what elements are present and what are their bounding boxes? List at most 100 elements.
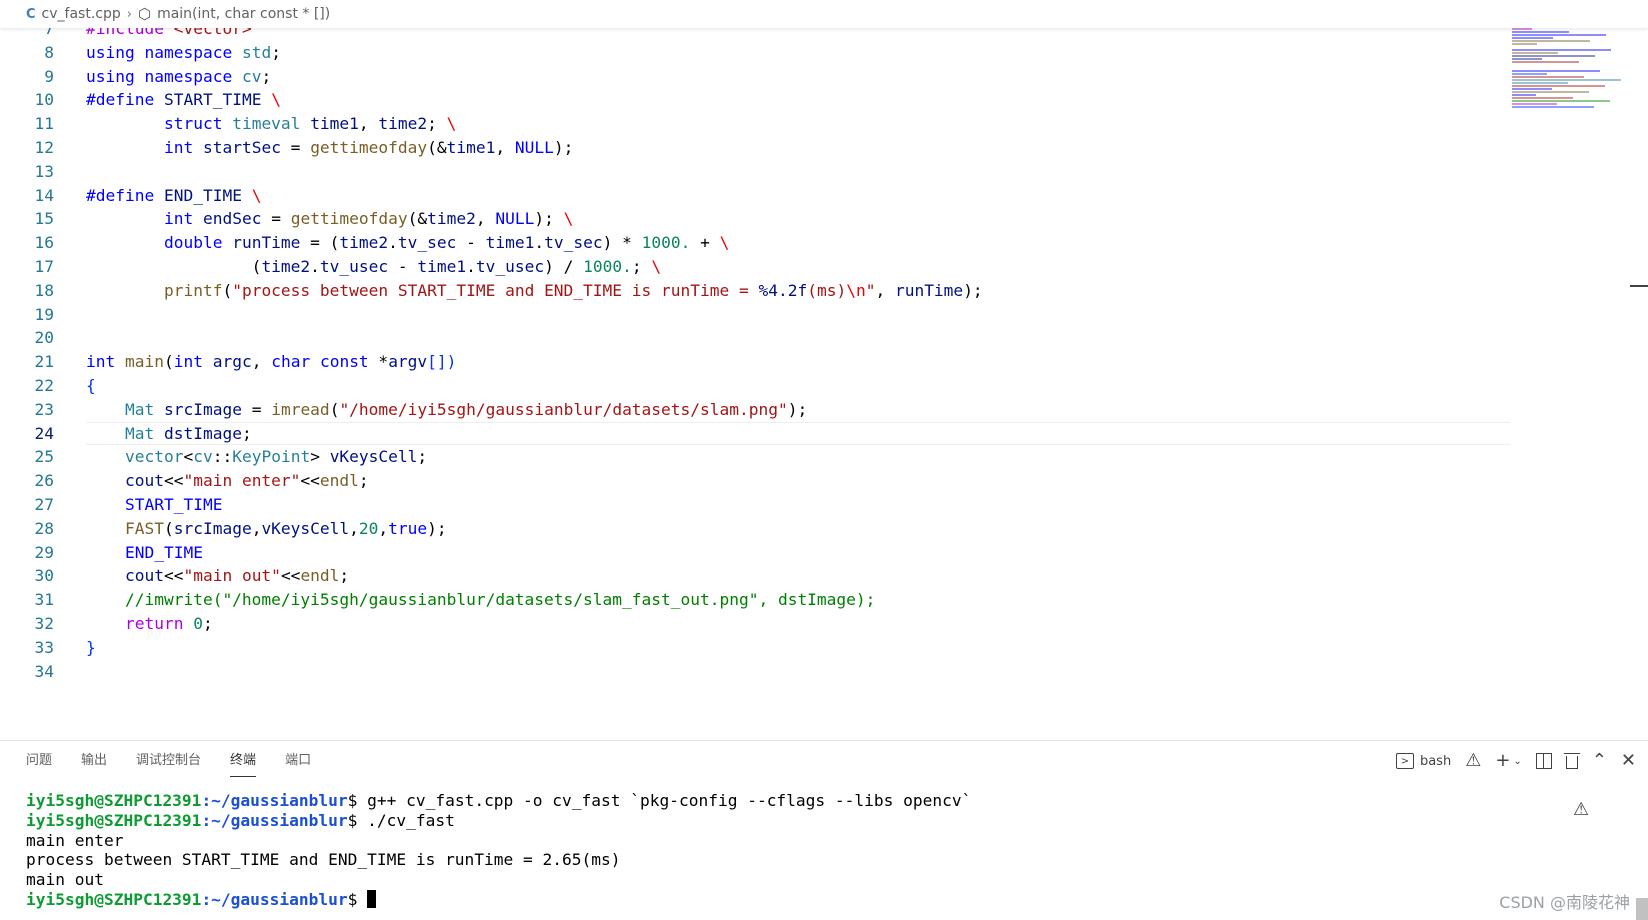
tab-terminal[interactable]: 终端 [230, 741, 257, 781]
minimap-line [1512, 76, 1584, 78]
maximize-panel-button[interactable]: ⌃ [1592, 752, 1607, 770]
code-line[interactable]: 34 [0, 660, 1510, 684]
code-text[interactable]: struct timeval time1, time2; \ [86, 112, 456, 136]
code-line[interactable]: 33} [0, 636, 1510, 660]
code-token: START_TIME [163, 90, 262, 110]
tab-ports[interactable]: 端口 [285, 741, 311, 781]
chevron-down-icon[interactable]: ⌄ [1513, 756, 1521, 767]
code-line[interactable]: 25 vector<cv::KeyPoint> vKeysCell; [0, 445, 1510, 469]
code-line[interactable]: 29 END_TIME [0, 541, 1510, 565]
code-token: = ( [300, 233, 340, 253]
code-line[interactable]: 9 using namespace cv; [0, 65, 1510, 89]
code-text[interactable]: Mat srcImage = imread("/home/iyi5sgh/gau… [86, 398, 807, 422]
terminal-command: $ [347, 889, 368, 909]
code-text[interactable]: int main(int argc, char const *argv[]) [86, 350, 456, 374]
terminal-shell-selector[interactable]: > bash [1395, 753, 1451, 769]
minimap-line [1512, 106, 1594, 108]
code-token: (ms) [807, 280, 847, 300]
code-text[interactable]: END_TIME [86, 541, 203, 565]
kill-terminal-button[interactable] [1563, 753, 1580, 769]
code-text[interactable]: #include <vector> [86, 28, 252, 41]
code-line[interactable]: 32 return 0; [0, 612, 1510, 636]
code-text[interactable]: Mat dstImage; [86, 422, 252, 446]
code-text[interactable]: int endSec = gettimeofday(&time2, NULL);… [86, 207, 573, 231]
code-line[interactable]: 21 int main(int argc, char const *argv[]) [0, 350, 1510, 374]
line-number: 23 [34, 399, 55, 419]
code-lines[interactable]: 7 #include <vector> 8 using namespace std; 9… [0, 28, 1510, 683]
code-line[interactable]: 8 using namespace std; [0, 41, 1510, 65]
code-token: 1000. [641, 233, 691, 253]
code-text[interactable]: //imwrite("/home/iyi5sgh/gaussianblur/da… [86, 588, 875, 612]
code-token: cv [241, 66, 262, 86]
terminal-line: main enter [26, 831, 1566, 851]
code-token: ; [427, 114, 447, 134]
code-line[interactable]: 19 [0, 303, 1510, 327]
code-line[interactable]: 31 //imwrite("/home/iyi5sgh/gaussianblur… [0, 588, 1510, 612]
code-text[interactable]: #define END_TIME \ [86, 184, 261, 208]
tab-debug-console[interactable]: 调试控制台 [136, 741, 201, 781]
code-text[interactable]: vector<cv::KeyPoint> vKeysCell; [86, 445, 427, 469]
code-line[interactable]: 15 int endSec = gettimeofday(&time2, NUL… [0, 207, 1510, 231]
code-text[interactable]: double runTime = (time2.tv_sec - time1.t… [86, 231, 729, 255]
tab-output[interactable]: 输出 [81, 741, 107, 781]
minimap[interactable] [1512, 28, 1630, 118]
code-token: using [86, 42, 135, 62]
minimap-line [1512, 91, 1589, 93]
new-terminal-button[interactable]: + ⌄ [1495, 752, 1521, 770]
code-text[interactable]: int startSec = gettimeofday(&time1, NULL… [86, 136, 573, 160]
code-line[interactable]: 11 struct timeval time1, time2; \ [0, 112, 1510, 136]
code-text[interactable]: cout<<"main out"<<endl; [86, 564, 349, 588]
code-line[interactable]: 23 Mat srcImage = imread("/home/iyi5sgh/… [0, 398, 1510, 422]
breadcrumb-file[interactable]: cv_fast.cpp [42, 6, 121, 22]
terminal-cursor [367, 889, 377, 908]
code-text[interactable]: START_TIME [86, 493, 222, 517]
minimap-line [1512, 67, 1563, 69]
code-text[interactable]: using namespace std; [86, 41, 281, 65]
code-line[interactable]: 28 FAST(srcImage,vKeysCell,20,true); [0, 517, 1510, 541]
code-line[interactable]: 22 { [0, 374, 1510, 398]
tab-problems[interactable]: 问题 [26, 741, 52, 781]
terminal-output-text: main out [26, 870, 104, 890]
code-line[interactable]: 20 [0, 326, 1510, 350]
close-panel-button[interactable]: ✕ [1621, 752, 1636, 770]
code-line[interactable]: 7 #include <vector> [0, 28, 1510, 41]
code-token: ); [963, 280, 983, 300]
code-text[interactable]: using namespace cv; [86, 65, 271, 89]
code-text[interactable]: { [86, 374, 96, 398]
code-line[interactable]: 30 cout<<"main out"<<endl; [0, 564, 1510, 588]
split-terminal-button[interactable] [1535, 753, 1552, 769]
minimap-line [1512, 85, 1605, 87]
code-line[interactable]: 10 #define START_TIME \ [0, 88, 1510, 112]
breadcrumb-symbol[interactable]: main(int, char const * []) [157, 6, 330, 22]
code-line[interactable]: 13 [0, 160, 1510, 184]
code-line[interactable]: 26 cout<<"main enter"<<endl; [0, 469, 1510, 493]
code-text[interactable]: (time2.tv_usec - time1.tv_usec) / 1000.;… [86, 255, 661, 279]
terminal-output[interactable]: iyi5sgh@SZHPC12391:~/gaussianblur$ g++ c… [26, 791, 1566, 910]
code-line[interactable]: 18 printf("process between START_TIME an… [0, 279, 1510, 303]
terminal-warning-icon[interactable]: ⚠ [1573, 799, 1589, 820]
code-line[interactable]: 14 #define END_TIME \ [0, 184, 1510, 208]
code-token: time2 [339, 233, 389, 253]
code-text[interactable]: } [86, 636, 96, 660]
line-number: 11 [34, 114, 55, 134]
code-text[interactable]: return 0; [86, 612, 213, 636]
code-token: namespace [144, 42, 233, 62]
code-text[interactable]: cout<<"main enter"<<endl; [86, 469, 369, 493]
code-token: std [241, 42, 272, 62]
warning-icon[interactable]: ⚠ [1465, 752, 1481, 770]
code-token: char [271, 352, 311, 372]
code-text[interactable]: FAST(srcImage,vKeysCell,20,true); [86, 517, 447, 541]
code-line[interactable]: 27 START_TIME [0, 493, 1510, 517]
code-line[interactable]: 12 int startSec = gettimeofday(&time1, N… [0, 136, 1510, 160]
code-token: gettimeofday [310, 137, 428, 157]
code-text[interactable]: #define START_TIME \ [86, 88, 281, 112]
code-editor[interactable]: 7 #include <vector> 8 using namespace std; 9… [0, 28, 1648, 740]
code-line[interactable]: 24 Mat dstImage; [0, 421, 1510, 446]
minimap-line [1512, 88, 1552, 90]
terminal-scrollbar[interactable] [1636, 898, 1648, 920]
line-number: 28 [34, 518, 55, 538]
code-line[interactable]: 16 double runTime = (time2.tv_sec - time… [0, 231, 1510, 255]
code-line[interactable]: 17 (time2.tv_usec - time1.tv_usec) / 100… [0, 255, 1510, 279]
code-text[interactable]: printf("process between START_TIME and E… [86, 279, 983, 303]
